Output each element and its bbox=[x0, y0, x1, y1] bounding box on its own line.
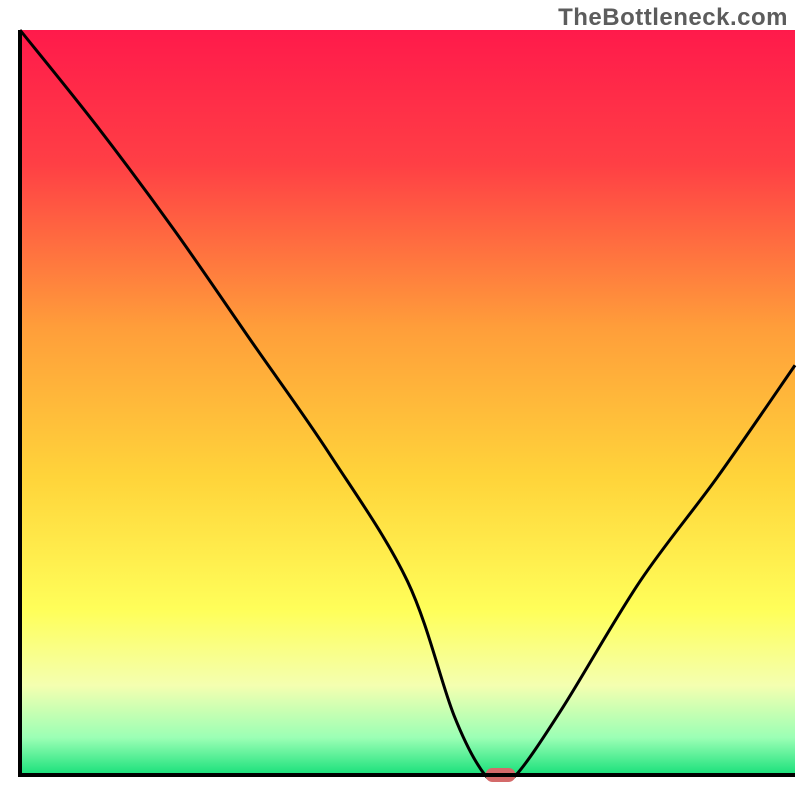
plot-background bbox=[20, 30, 795, 775]
bottleneck-chart bbox=[0, 0, 800, 800]
chart-container: TheBottleneck.com bbox=[0, 0, 800, 800]
